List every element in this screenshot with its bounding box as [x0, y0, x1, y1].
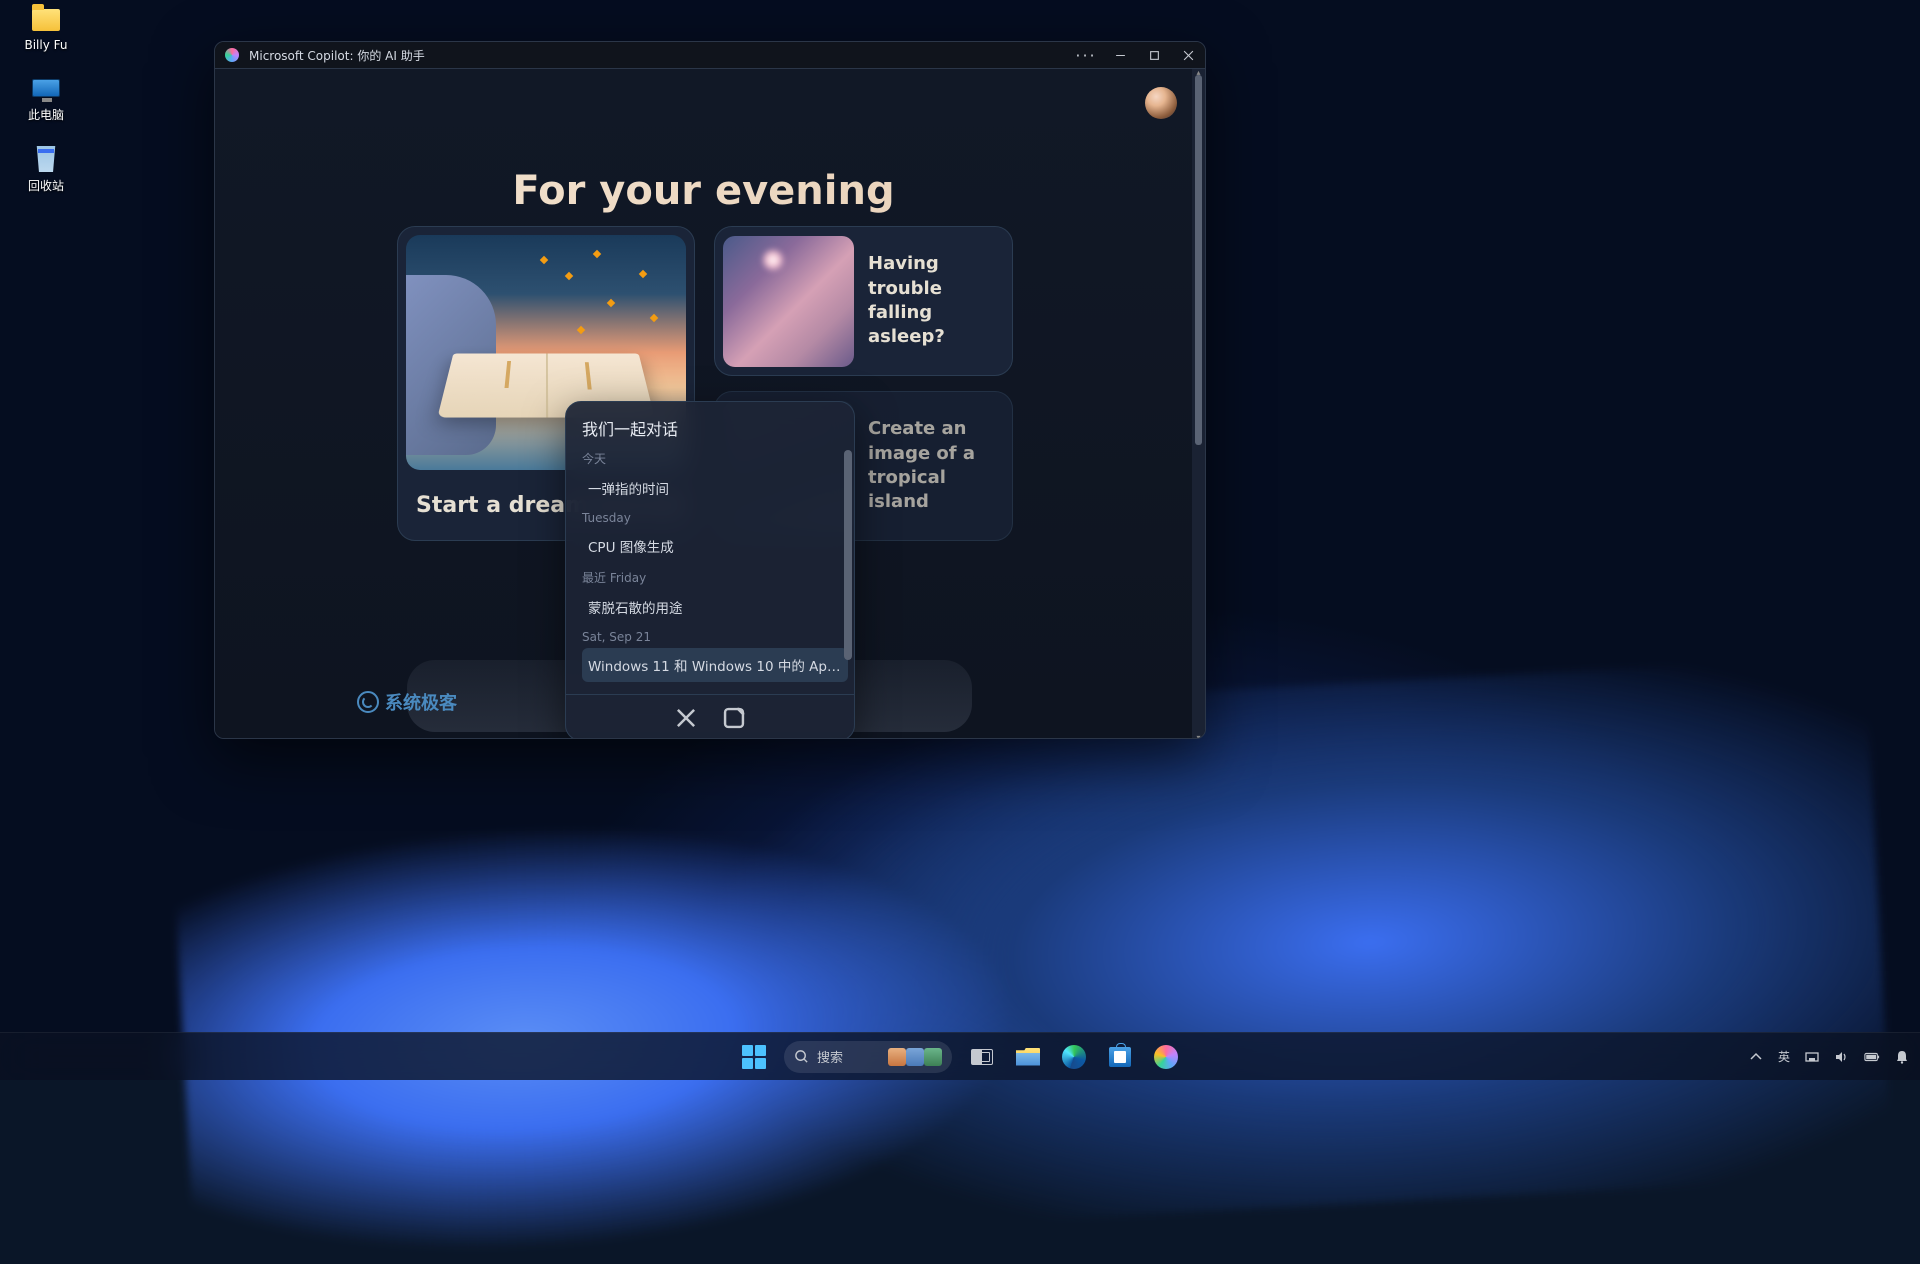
- scrollbar-thumb[interactable]: [1195, 75, 1202, 445]
- store-icon: [1109, 1047, 1131, 1067]
- more-button[interactable]: ···: [1069, 42, 1103, 68]
- search-placeholder: 搜索: [817, 1047, 880, 1066]
- edge-button[interactable]: [1054, 1037, 1094, 1077]
- history-group-header: Tuesday: [582, 511, 848, 525]
- history-item[interactable]: 蒙脱石散的用途: [582, 590, 848, 624]
- maximize-icon: [1149, 50, 1160, 61]
- notifications-button[interactable]: [1892, 1045, 1912, 1069]
- watermark-text: 系统极客: [385, 689, 457, 715]
- main-content: For your evening Start a dream journal H…: [215, 69, 1192, 739]
- pc-icon: [30, 74, 62, 102]
- history-group-header: Sat, Sep 21: [582, 630, 848, 644]
- history-list[interactable]: 今天 一弹指的时间 Tuesday CPU 图像生成 最近 Friday 蒙脱石…: [566, 444, 854, 694]
- taskbar: 搜索 英: [0, 1032, 1920, 1080]
- task-view-button[interactable]: [962, 1037, 1002, 1077]
- taskbar-search[interactable]: 搜索: [784, 1041, 952, 1073]
- search-icon: [794, 1049, 809, 1064]
- desktop-icons: Billy Fu 此电脑 回收站: [8, 4, 84, 196]
- this-pc[interactable]: 此电脑: [8, 72, 84, 125]
- history-group-header: 最近 Friday: [582, 569, 848, 586]
- new-chat-button[interactable]: [721, 705, 747, 731]
- task-view-icon: [971, 1049, 993, 1065]
- history-item[interactable]: Windows 11 和 Windows 10 中的 AppData 文件...: [582, 648, 848, 682]
- network-icon[interactable]: [1802, 1045, 1822, 1069]
- desktop-icon-label: Billy Fu: [24, 38, 67, 52]
- compose-icon: [721, 705, 747, 731]
- system-tray: 英: [1746, 1033, 1912, 1080]
- copilot-icon: [1154, 1045, 1178, 1069]
- start-button[interactable]: [734, 1037, 774, 1077]
- recycle-bin[interactable]: 回收站: [8, 143, 84, 196]
- page-title: For your evening: [215, 168, 1192, 214]
- close-icon: [1183, 50, 1194, 61]
- volume-icon[interactable]: [1832, 1045, 1852, 1069]
- copilot-window: Microsoft Copilot: 你的 AI 助手 ··· For your…: [214, 41, 1206, 739]
- minimize-icon: [1115, 50, 1126, 61]
- history-title: 我们一起对话: [566, 402, 854, 444]
- scrollbar[interactable]: ▴ ▾: [1192, 69, 1205, 739]
- card-title: Having trouble falling asleep?: [862, 252, 1012, 349]
- history-item[interactable]: CPU 图像生成: [582, 529, 848, 563]
- card-illustration: [723, 236, 854, 367]
- watermark-icon: [357, 691, 379, 713]
- avatar[interactable]: [1145, 87, 1177, 119]
- microsoft-store-button[interactable]: [1100, 1037, 1140, 1077]
- titlebar[interactable]: Microsoft Copilot: 你的 AI 助手 ···: [215, 42, 1205, 69]
- history-popup: 我们一起对话 今天 一弹指的时间 Tuesday CPU 图像生成 最近 Fri…: [565, 401, 855, 739]
- chevron-up-icon: [1748, 1049, 1764, 1065]
- ethernet-icon: [1804, 1049, 1820, 1065]
- recycle-bin-icon: [30, 145, 62, 173]
- watermark: 系统极客: [357, 689, 457, 715]
- folder-billy-fu[interactable]: Billy Fu: [8, 4, 84, 54]
- desktop-icon-label: 此电脑: [28, 106, 64, 123]
- minimize-button[interactable]: [1103, 42, 1137, 68]
- card-title: Create an image of a tropical island: [862, 417, 1012, 514]
- edge-icon: [1062, 1045, 1086, 1069]
- search-highlights: [888, 1048, 942, 1066]
- close-icon: [673, 705, 699, 731]
- ellipsis-icon: ···: [1075, 46, 1096, 65]
- windows-icon: [742, 1045, 766, 1069]
- history-scrollbar[interactable]: [844, 450, 852, 660]
- close-button[interactable]: [1171, 42, 1205, 68]
- battery-icon[interactable]: [1862, 1045, 1882, 1069]
- copilot-taskbar-button[interactable]: [1146, 1037, 1186, 1077]
- copilot-app-icon: [225, 48, 239, 62]
- bell-icon: [1894, 1049, 1910, 1065]
- ime-indicator[interactable]: 英: [1776, 1044, 1792, 1069]
- file-explorer-icon: [1016, 1048, 1040, 1066]
- maximize-button[interactable]: [1137, 42, 1171, 68]
- history-group-header: 今天: [582, 450, 848, 467]
- folder-icon: [30, 6, 62, 34]
- speaker-icon: [1834, 1049, 1850, 1065]
- battery-charging-icon: [1864, 1049, 1880, 1065]
- tray-overflow[interactable]: [1746, 1045, 1766, 1069]
- trouble-sleeping-card[interactable]: Having trouble falling asleep?: [714, 226, 1013, 376]
- desktop-icon-label: 回收站: [28, 177, 64, 194]
- file-explorer-button[interactable]: [1008, 1037, 1048, 1077]
- window-title: Microsoft Copilot: 你的 AI 助手: [249, 47, 425, 64]
- history-item[interactable]: 一弹指的时间: [582, 471, 848, 505]
- close-history-button[interactable]: [673, 705, 699, 731]
